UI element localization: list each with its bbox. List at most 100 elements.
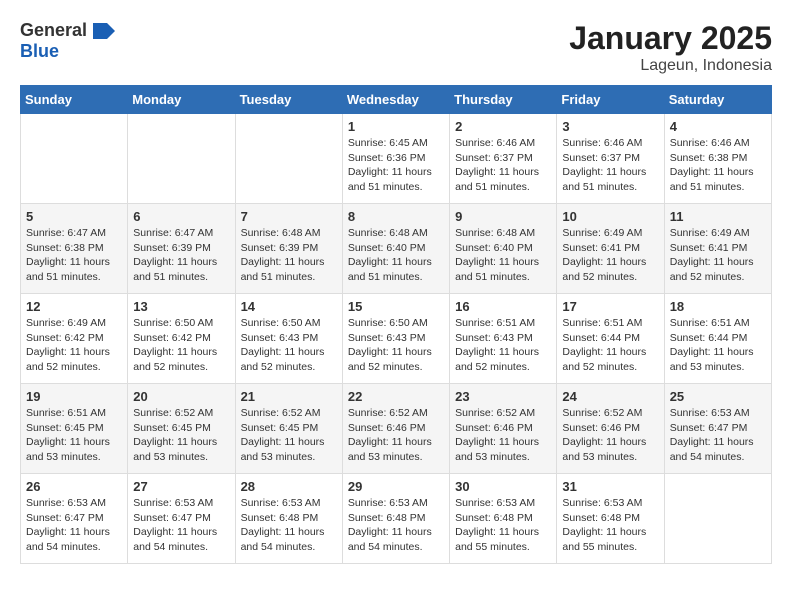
- table-row: [128, 114, 235, 204]
- table-row: 19 Sunrise: 6:51 AM Sunset: 6:45 PM Dayli…: [21, 384, 128, 474]
- day-info: Sunrise: 6:52 AM Sunset: 6:45 PM Dayligh…: [241, 406, 337, 465]
- day-number: 23: [455, 389, 551, 404]
- calendar-week-row: 26 Sunrise: 6:53 AM Sunset: 6:47 PM Dayli…: [21, 474, 772, 564]
- day-info: Sunrise: 6:47 AM Sunset: 6:39 PM Dayligh…: [133, 226, 229, 285]
- table-row: 29Sunrise: 6:53 AM Sunset: 6:48 PM Dayli…: [342, 474, 449, 564]
- day-info: Sunrise: 6:51 AM Sunset: 6:45 PM Dayligh…: [26, 406, 122, 465]
- day-number: 6: [133, 209, 229, 224]
- day-info: Sunrise: 6:51 AM Sunset: 6:44 PM Dayligh…: [562, 316, 658, 375]
- table-row: 12 Sunrise: 6:49 AM Sunset: 6:42 PM Dayli…: [21, 294, 128, 384]
- table-row: 18Sunrise: 6:51 AM Sunset: 6:44 PM Dayli…: [664, 294, 771, 384]
- table-row: 11 Sunrise: 6:49 AM Sunset: 6:41 PM Dayli…: [664, 204, 771, 294]
- page-header: General Blue January 2025 Lageun, Indone…: [20, 20, 772, 75]
- table-row: 22 Sunrise: 6:52 AM Sunset: 6:46 PM Dayli…: [342, 384, 449, 474]
- table-row: 5 Sunrise: 6:47 AM Sunset: 6:38 PM Daylig…: [21, 204, 128, 294]
- logo-general-text: General: [20, 20, 87, 40]
- day-number: 24: [562, 389, 658, 404]
- day-info: Sunrise: 6:53 AM Sunset: 6:47 PM Dayligh…: [26, 496, 122, 555]
- day-number: 28: [241, 479, 337, 494]
- day-number: 11: [670, 209, 766, 224]
- table-row: 1 Sunrise: 6:45 AM Sunset: 6:36 PM Daylig…: [342, 114, 449, 204]
- table-row: [235, 114, 342, 204]
- day-info: Sunrise: 6:53 AM Sunset: 6:48 PM Dayligh…: [562, 496, 658, 555]
- table-row: 7Sunrise: 6:48 AM Sunset: 6:39 PM Daylig…: [235, 204, 342, 294]
- day-info: Sunrise: 6:49 AM Sunset: 6:42 PM Dayligh…: [26, 316, 122, 375]
- calendar-table: Sunday Monday Tuesday Wednesday Thursday…: [20, 85, 772, 564]
- header-monday: Monday: [128, 86, 235, 114]
- day-info: Sunrise: 6:52 AM Sunset: 6:46 PM Dayligh…: [348, 406, 444, 465]
- table-row: 4Sunrise: 6:46 AM Sunset: 6:38 PM Daylig…: [664, 114, 771, 204]
- table-row: 27 Sunrise: 6:53 AM Sunset: 6:47 PM Dayli…: [128, 474, 235, 564]
- day-number: 10: [562, 209, 658, 224]
- table-row: 3 Sunrise: 6:46 AM Sunset: 6:37 PM Daylig…: [557, 114, 664, 204]
- table-row: 31 Sunrise: 6:53 AM Sunset: 6:48 PM Dayli…: [557, 474, 664, 564]
- table-row: 15 Sunrise: 6:50 AM Sunset: 6:43 PM Dayli…: [342, 294, 449, 384]
- calendar-title: January 2025: [569, 20, 772, 57]
- day-number: 31: [562, 479, 658, 494]
- table-row: [21, 114, 128, 204]
- header-thursday: Thursday: [450, 86, 557, 114]
- day-number: 8: [348, 209, 444, 224]
- day-info: Sunrise: 6:46 AM Sunset: 6:37 PM Dayligh…: [562, 136, 658, 195]
- day-number: 29: [348, 479, 444, 494]
- calendar-week-row: 19 Sunrise: 6:51 AM Sunset: 6:45 PM Dayli…: [21, 384, 772, 474]
- day-number: 19: [26, 389, 122, 404]
- calendar-week-row: 12 Sunrise: 6:49 AM Sunset: 6:42 PM Dayli…: [21, 294, 772, 384]
- logo-icon: [93, 23, 115, 39]
- header-tuesday: Tuesday: [235, 86, 342, 114]
- day-info: Sunrise: 6:47 AM Sunset: 6:38 PM Dayligh…: [26, 226, 122, 285]
- day-info: Sunrise: 6:50 AM Sunset: 6:42 PM Dayligh…: [133, 316, 229, 375]
- table-row: 23 Sunrise: 6:52 AM Sunset: 6:46 PM Dayli…: [450, 384, 557, 474]
- day-number: 2: [455, 119, 551, 134]
- day-info: Sunrise: 6:52 AM Sunset: 6:46 PM Dayligh…: [562, 406, 658, 465]
- day-number: 14: [241, 299, 337, 314]
- table-row: 28 Sunrise: 6:53 AM Sunset: 6:48 PM Dayli…: [235, 474, 342, 564]
- day-info: Sunrise: 6:52 AM Sunset: 6:45 PM Dayligh…: [133, 406, 229, 465]
- day-info: Sunrise: 6:45 AM Sunset: 6:36 PM Dayligh…: [348, 136, 444, 195]
- table-row: 10Sunrise: 6:49 AM Sunset: 6:41 PM Dayli…: [557, 204, 664, 294]
- table-row: 6 Sunrise: 6:47 AM Sunset: 6:39 PM Daylig…: [128, 204, 235, 294]
- day-number: 26: [26, 479, 122, 494]
- table-row: 26 Sunrise: 6:53 AM Sunset: 6:47 PM Dayli…: [21, 474, 128, 564]
- day-number: 17: [562, 299, 658, 314]
- day-info: Sunrise: 6:48 AM Sunset: 6:40 PM Dayligh…: [455, 226, 551, 285]
- day-number: 9: [455, 209, 551, 224]
- table-row: 20Sunrise: 6:52 AM Sunset: 6:45 PM Dayli…: [128, 384, 235, 474]
- day-number: 3: [562, 119, 658, 134]
- weekday-header-row: Sunday Monday Tuesday Wednesday Thursday…: [21, 86, 772, 114]
- day-number: 21: [241, 389, 337, 404]
- day-info: Sunrise: 6:50 AM Sunset: 6:43 PM Dayligh…: [348, 316, 444, 375]
- day-number: 18: [670, 299, 766, 314]
- day-number: 27: [133, 479, 229, 494]
- day-info: Sunrise: 6:53 AM Sunset: 6:48 PM Dayligh…: [455, 496, 551, 555]
- day-number: 12: [26, 299, 122, 314]
- day-number: 7: [241, 209, 337, 224]
- table-row: [664, 474, 771, 564]
- day-info: Sunrise: 6:53 AM Sunset: 6:48 PM Dayligh…: [241, 496, 337, 555]
- calendar-week-row: 1 Sunrise: 6:45 AM Sunset: 6:36 PM Daylig…: [21, 114, 772, 204]
- day-info: Sunrise: 6:46 AM Sunset: 6:37 PM Dayligh…: [455, 136, 551, 195]
- table-row: 30 Sunrise: 6:53 AM Sunset: 6:48 PM Dayli…: [450, 474, 557, 564]
- day-info: Sunrise: 6:53 AM Sunset: 6:47 PM Dayligh…: [670, 406, 766, 465]
- day-number: 13: [133, 299, 229, 314]
- table-row: 9 Sunrise: 6:48 AM Sunset: 6:40 PM Daylig…: [450, 204, 557, 294]
- day-number: 30: [455, 479, 551, 494]
- day-info: Sunrise: 6:53 AM Sunset: 6:47 PM Dayligh…: [133, 496, 229, 555]
- table-row: 24 Sunrise: 6:52 AM Sunset: 6:46 PM Dayli…: [557, 384, 664, 474]
- table-row: 8Sunrise: 6:48 AM Sunset: 6:40 PM Daylig…: [342, 204, 449, 294]
- day-info: Sunrise: 6:52 AM Sunset: 6:46 PM Dayligh…: [455, 406, 551, 465]
- day-info: Sunrise: 6:51 AM Sunset: 6:43 PM Dayligh…: [455, 316, 551, 375]
- day-number: 1: [348, 119, 444, 134]
- day-number: 22: [348, 389, 444, 404]
- table-row: 16 Sunrise: 6:51 AM Sunset: 6:43 PM Dayli…: [450, 294, 557, 384]
- table-row: 21 Sunrise: 6:52 AM Sunset: 6:45 PM Dayli…: [235, 384, 342, 474]
- header-friday: Friday: [557, 86, 664, 114]
- table-row: 14Sunrise: 6:50 AM Sunset: 6:43 PM Dayli…: [235, 294, 342, 384]
- header-saturday: Saturday: [664, 86, 771, 114]
- day-number: 25: [670, 389, 766, 404]
- day-number: 5: [26, 209, 122, 224]
- day-number: 15: [348, 299, 444, 314]
- day-number: 16: [455, 299, 551, 314]
- day-info: Sunrise: 6:49 AM Sunset: 6:41 PM Dayligh…: [670, 226, 766, 285]
- day-number: 4: [670, 119, 766, 134]
